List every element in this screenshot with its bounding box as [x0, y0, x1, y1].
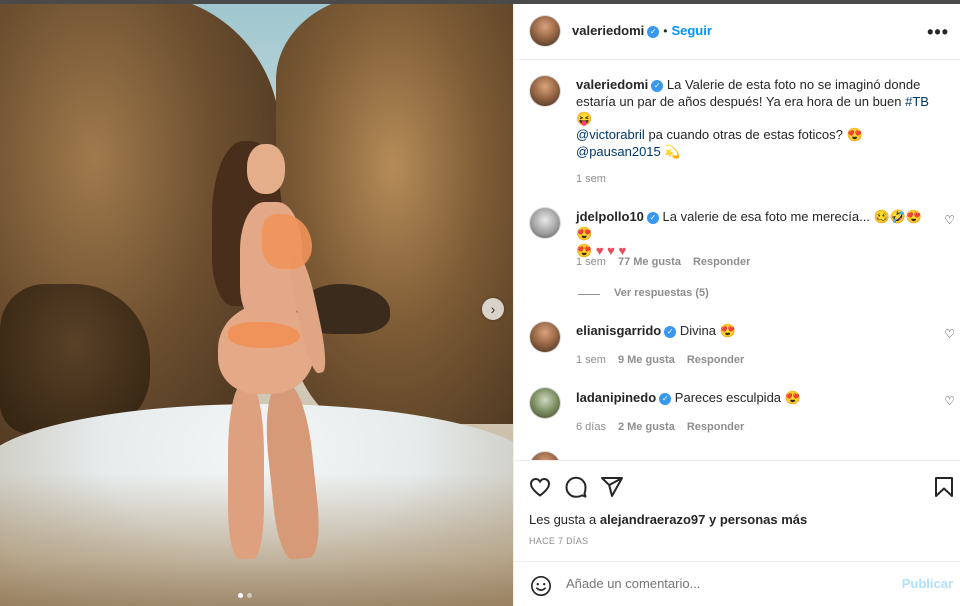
comment-avatar[interactable]: [530, 452, 560, 460]
more-horizontal-icon[interactable]: •••: [927, 22, 949, 43]
verified-badge-icon: ✓: [647, 25, 660, 38]
send-icon[interactable]: [600, 475, 624, 499]
verified-badge-icon: ✓: [646, 211, 659, 224]
carousel-dots: [238, 593, 252, 598]
post-side-panel: valeriedomi ✓ • Seguir ••• valeriedomi ✓ La …: [513, 4, 960, 606]
carousel-dot: [247, 593, 252, 598]
post-header: valeriedomi ✓ • Seguir •••: [514, 4, 960, 60]
view-replies-button[interactable]: Ver respuestas (5): [614, 287, 709, 299]
header-user-line: valeriedomi ✓ • Seguir: [572, 23, 712, 38]
verified-badge-icon: ✓: [659, 392, 672, 405]
publish-button[interactable]: Publicar: [902, 576, 953, 591]
comment-avatar[interactable]: [530, 388, 560, 418]
comment-input[interactable]: [566, 576, 886, 591]
caption-mid-text: pa cuando otras de estas foticos?: [644, 127, 847, 142]
comment-time[interactable]: 1 sem: [576, 354, 606, 366]
comment-icon[interactable]: [564, 475, 588, 499]
heart-icon[interactable]: [528, 475, 552, 499]
likes-suffix[interactable]: y personas más: [709, 512, 807, 527]
separator-dot: •: [663, 24, 668, 38]
smiley-icon[interactable]: [530, 575, 552, 597]
reply-button[interactable]: Responder: [687, 421, 744, 433]
comment-body: La valerie de esa foto me merecía...: [662, 209, 874, 224]
caption-username[interactable]: valeriedomi: [576, 77, 648, 92]
comment-emojis: 😍: [719, 323, 736, 338]
comment-time[interactable]: 6 días: [576, 421, 606, 433]
heart-icon[interactable]: ♡: [944, 213, 955, 227]
person-head: [247, 144, 285, 194]
heart-icon[interactable]: ♡: [944, 327, 955, 341]
verified-badge-icon: ✓: [651, 79, 664, 92]
comment-time[interactable]: 1 sem: [576, 256, 606, 268]
caption-emoji: 😍: [846, 127, 863, 142]
bikini-bottom: [228, 322, 300, 348]
avatar[interactable]: [530, 16, 560, 46]
caption-timestamp[interactable]: 1 sem: [576, 173, 606, 185]
likes-user-link[interactable]: alejandraerazo97: [600, 512, 706, 527]
caption-text: valeriedomi ✓ La Valerie de esta foto no …: [576, 76, 946, 127]
view-replies: Ver respuestas (5): [614, 287, 709, 299]
post-actions: Les gusta a alejandraerazo97 y personas …: [514, 460, 960, 606]
comment-avatar[interactable]: [530, 322, 560, 352]
verified-badge-icon: ✓: [664, 325, 677, 338]
comment-likes[interactable]: 9 Me gusta: [618, 354, 675, 366]
comment-emojis: 😍: [784, 390, 801, 405]
comment-likes[interactable]: 77 Me gusta: [618, 256, 681, 268]
comment-likes[interactable]: 2 Me gusta: [618, 421, 675, 433]
reply-button[interactable]: Responder: [687, 354, 744, 366]
mention-link[interactable]: @pausan2015: [576, 144, 661, 159]
comment-meta: 1 sem 9 Me gusta Responder: [576, 354, 756, 366]
hashtag-link[interactable]: #TB: [905, 94, 929, 109]
post-date[interactable]: HACE 7 DÍAS: [529, 536, 588, 546]
chevron-right-icon[interactable]: ›: [482, 298, 504, 320]
comments-list[interactable]: valeriedomi ✓ La Valerie de esta foto no …: [514, 60, 960, 460]
comment-username[interactable]: ladanipinedo: [576, 390, 656, 405]
comment-text: jdelpollo10 ✓ La valerie de esa foto me m…: [576, 208, 926, 259]
person-leg-left: [228, 384, 264, 559]
heart-icon[interactable]: ♡: [944, 394, 955, 408]
comment-body: Divina: [679, 323, 720, 338]
carousel-dot-active: [238, 593, 243, 598]
comment-meta: 1 sem 77 Me gusta Responder: [576, 256, 762, 268]
mention-link[interactable]: @victorabril: [576, 127, 645, 142]
author-username[interactable]: valeriedomi: [572, 23, 644, 38]
comment-username[interactable]: jdelpollo10: [576, 209, 644, 224]
caption-emoji: 😝: [576, 111, 593, 126]
replies-divider: [578, 294, 600, 295]
add-comment-bar: Publicar: [514, 561, 960, 606]
post-image[interactable]: ›: [0, 4, 513, 606]
caption-avatar[interactable]: [530, 76, 560, 106]
comment-body: Pareces esculpida: [674, 390, 785, 405]
comment-text: ladanipinedo ✓ Pareces esculpida 😍: [576, 389, 926, 406]
follow-button[interactable]: Seguir: [671, 23, 711, 38]
bookmark-icon[interactable]: [932, 475, 956, 499]
comment-avatar[interactable]: [530, 208, 560, 238]
likes-prefix: Les gusta a: [529, 512, 597, 527]
reply-button[interactable]: Responder: [693, 256, 750, 268]
comment-text: elianisgarrido ✓ Divina 😍: [576, 322, 926, 339]
likes-summary: Les gusta a alejandraerazo97 y personas …: [529, 512, 807, 527]
caption-emoji: 💫: [664, 144, 681, 159]
comment-meta: 6 días 2 Me gusta Responder: [576, 421, 756, 433]
comment-username[interactable]: elianisgarrido: [576, 323, 661, 338]
caption-mentions: @victorabril pa cuando otras de estas fo…: [576, 126, 946, 160]
caption-time: 1 sem: [576, 173, 618, 185]
